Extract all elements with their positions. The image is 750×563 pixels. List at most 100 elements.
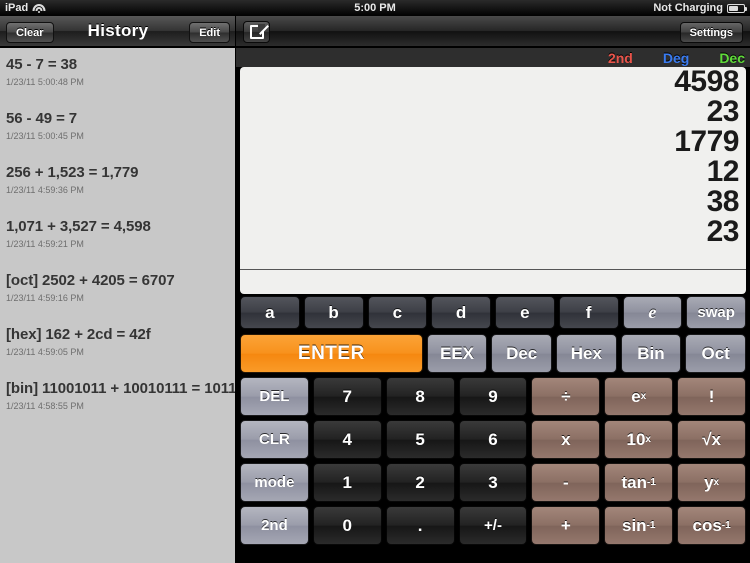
key-label: + bbox=[560, 515, 571, 535]
history-timestamp: 1/23/11 4:59:05 PM bbox=[6, 347, 84, 357]
key-bin[interactable]: Bin bbox=[620, 334, 682, 373]
key-b[interactable]: b bbox=[303, 296, 364, 329]
edit-button[interactable]: Edit bbox=[189, 22, 230, 43]
key-1[interactable]: 1 bbox=[312, 463, 382, 502]
key-label: mode bbox=[254, 474, 295, 491]
key-label: 5 bbox=[415, 429, 425, 449]
battery-status-label: Not Charging bbox=[653, 2, 723, 14]
key-e[interactable]: e bbox=[495, 296, 555, 329]
history-item[interactable]: [oct] 2502 + 4205 = 6707 1/23/11 4:59:16 … bbox=[0, 264, 235, 318]
key-4[interactable]: 4 bbox=[312, 420, 382, 459]
history-item[interactable]: [bin] 11001011 + 10010111 = 101100010 1/2… bbox=[0, 372, 235, 426]
key-sym[interactable]: ÷ bbox=[531, 377, 601, 416]
key-5[interactable]: 5 bbox=[385, 420, 455, 459]
mode-indicator-deg: Deg bbox=[662, 49, 690, 66]
history-expression: 256 + 1,523 = 1,779 bbox=[6, 164, 139, 181]
key-label: ÷ bbox=[561, 386, 571, 406]
key-enter[interactable]: ENTER bbox=[240, 334, 423, 373]
clear-button[interactable]: Clear bbox=[6, 22, 54, 43]
battery-icon bbox=[727, 3, 747, 13]
history-panel: Clear History Edit 45 - 7 = 38 1/23/11 5:… bbox=[0, 16, 236, 563]
key-sym[interactable]: ! bbox=[677, 377, 747, 416]
key-0[interactable]: 0 bbox=[312, 506, 382, 545]
key-superscript: -1 bbox=[721, 520, 731, 531]
history-list[interactable]: 45 - 7 = 38 1/23/11 5:00:48 PM 56 - 49 = 7… bbox=[0, 48, 235, 563]
key-hex[interactable]: Hex bbox=[556, 334, 617, 373]
history-expression: [bin] 11001011 + 10010111 = 101100010 bbox=[6, 380, 235, 397]
key-label: 7 bbox=[342, 386, 353, 406]
key-f[interactable]: f bbox=[558, 296, 619, 329]
key-10-x[interactable]: 10 x bbox=[604, 420, 674, 459]
history-timestamp: 1/23/11 5:00:48 PM bbox=[6, 77, 84, 87]
history-item[interactable]: 56 - 49 = 7 1/23/11 5:00:45 PM bbox=[0, 102, 235, 156]
key-cos-1[interactable]: cos -1 bbox=[677, 506, 747, 545]
key-label: swap bbox=[697, 304, 735, 321]
history-item[interactable]: [hex] 162 + 2cd = 42f 1/23/11 4:59:05 PM bbox=[0, 318, 235, 372]
history-timestamp: 1/23/11 4:59:36 PM bbox=[6, 185, 84, 195]
stack-line: 23 bbox=[706, 215, 740, 248]
settings-button[interactable]: Settings bbox=[679, 22, 743, 43]
key-label: b bbox=[328, 302, 339, 322]
key-9[interactable]: 9 bbox=[458, 377, 528, 416]
key-y-x[interactable]: yx bbox=[677, 463, 747, 502]
key-del[interactable]: DEL bbox=[240, 377, 309, 416]
key-label: e bbox=[648, 302, 657, 322]
key-label: ENTER bbox=[297, 342, 365, 364]
keypad: a b c d e f e swap ENTER EEX Dec Hex Bin Oct DEL 7 8 9 ÷ e x… bbox=[236, 296, 750, 563]
key-2nd[interactable]: 2nd bbox=[240, 506, 309, 545]
key-label: ! bbox=[708, 386, 715, 406]
key-sym[interactable]: + bbox=[531, 506, 601, 545]
key-c[interactable]: c bbox=[367, 296, 428, 329]
history-item[interactable]: 256 + 1,523 = 1,779 1/23/11 4:59:36 PM bbox=[0, 156, 235, 210]
key-x[interactable]: √x bbox=[677, 420, 747, 459]
key-tan-1[interactable]: tan -1 bbox=[604, 463, 674, 502]
key-label: 10 bbox=[626, 429, 646, 449]
key-label: 2nd bbox=[261, 517, 288, 534]
key-sym[interactable]: . bbox=[385, 506, 455, 545]
key-label: cos bbox=[692, 515, 722, 535]
key-label: +/- bbox=[484, 517, 502, 534]
entry-field[interactable] bbox=[240, 269, 746, 294]
key-oct[interactable]: Oct bbox=[685, 334, 746, 373]
key-superscript: x bbox=[645, 434, 651, 445]
key-x[interactable]: x bbox=[531, 420, 601, 459]
key-label: Dec bbox=[506, 343, 538, 363]
key-a[interactable]: a bbox=[240, 296, 300, 329]
stack-display[interactable]: 4598 23 1779 12 38 23 bbox=[240, 67, 746, 269]
key-7[interactable]: 7 bbox=[312, 377, 382, 416]
keypad-row: a b c d e f e swap bbox=[236, 296, 750, 329]
key-mode[interactable]: mode bbox=[240, 463, 309, 502]
key-label: EEX bbox=[440, 343, 475, 363]
history-item[interactable]: 45 - 7 = 38 1/23/11 5:00:48 PM bbox=[0, 48, 235, 102]
history-expression: 45 - 7 = 38 bbox=[6, 56, 78, 73]
key-dec[interactable]: Dec bbox=[491, 334, 552, 373]
compose-button[interactable] bbox=[243, 21, 270, 43]
key-superscript: -1 bbox=[647, 477, 656, 488]
calculator-navbar: Settings bbox=[236, 16, 750, 47]
key-swap[interactable]: swap bbox=[686, 296, 746, 329]
key-d[interactable]: d bbox=[431, 296, 491, 329]
key-clr[interactable]: CLR bbox=[240, 420, 309, 459]
key-superscript: x bbox=[713, 477, 720, 488]
key-label: c bbox=[392, 302, 403, 322]
history-item[interactable]: 1,071 + 3,527 = 4,598 1/23/11 4:59:21 PM bbox=[0, 210, 235, 264]
key-label: f bbox=[585, 302, 592, 322]
key-sym[interactable]: - bbox=[531, 463, 601, 502]
calculator-panel: Settings 2nd Deg Dec 4598 23 1779 12 38 23 abcd… bbox=[236, 16, 750, 563]
key-sin-1[interactable]: sin -1 bbox=[604, 506, 674, 545]
key-3[interactable]: 3 bbox=[458, 463, 528, 502]
key-eex[interactable]: EEX bbox=[426, 334, 488, 373]
stack-line: 4598 bbox=[674, 67, 739, 98]
key-6[interactable]: 6 bbox=[458, 420, 528, 459]
key-8[interactable]: 8 bbox=[385, 377, 455, 416]
key-2[interactable]: 2 bbox=[385, 463, 455, 502]
key-e-x[interactable]: ex bbox=[604, 377, 674, 416]
key-e[interactable]: e bbox=[622, 296, 683, 329]
history-timestamp: 1/23/11 4:59:16 PM bbox=[6, 293, 84, 303]
key-label: CLR bbox=[259, 431, 290, 448]
key-label: e bbox=[520, 302, 530, 322]
stack-line: 38 bbox=[706, 185, 740, 218]
key-label: Oct bbox=[701, 343, 730, 363]
key-label: 6 bbox=[488, 429, 498, 449]
key-sym[interactable]: +/- bbox=[458, 506, 528, 545]
